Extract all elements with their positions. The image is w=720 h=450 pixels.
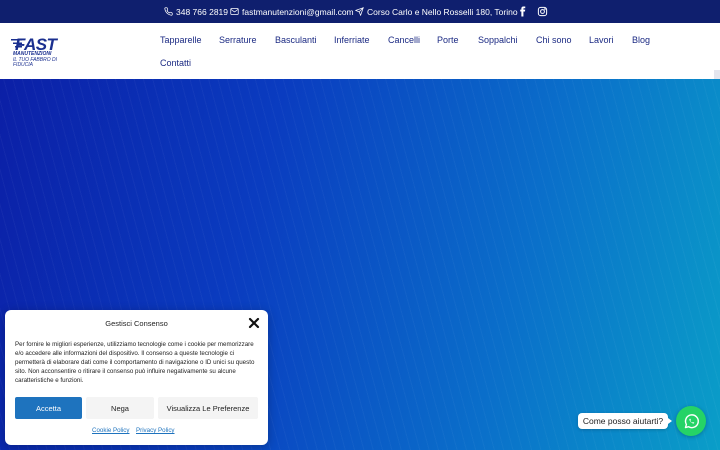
phone-number: 348 766 2819 <box>176 6 228 17</box>
address-contact[interactable]: Corso Carlo e Nello Rosselli 180, Torino <box>355 0 518 23</box>
nav-item-soppalchi[interactable]: Soppalchi <box>478 35 518 45</box>
cookie-consent-dialog: Gestisci Consenso Per fornire le miglior… <box>5 310 268 445</box>
view-preferences-button[interactable]: Visualizza Le Preferenze <box>158 397 258 419</box>
deny-button[interactable]: Nega <box>86 397 154 419</box>
top-contact-bar: 348 766 2819 fastmanutenzioni@gmail.com … <box>0 0 720 23</box>
instagram-icon[interactable] <box>537 6 548 17</box>
location-arrow-icon <box>355 7 364 16</box>
nav-item-serrature[interactable]: Serrature <box>219 35 257 45</box>
nav-item-inferriate[interactable]: Inferriate <box>334 35 370 45</box>
site-header: FAST MANUTENZIONI IL TUO FABBRO DI FIDUC… <box>0 23 720 79</box>
nav-item-porte[interactable]: Porte <box>437 35 459 45</box>
email-address: fastmanutenzioni@gmail.com <box>242 6 354 17</box>
logo-tagline: IL TUO FABBRO DI FIDUCIA <box>13 57 57 68</box>
nav-item-blog[interactable]: Blog <box>632 35 650 45</box>
cookie-policy-link[interactable]: Cookie Policy <box>92 427 130 434</box>
email-contact[interactable]: fastmanutenzioni@gmail.com <box>230 0 354 23</box>
whatsapp-chat-button[interactable] <box>676 406 706 436</box>
consent-title: Gestisci Consenso <box>105 319 168 328</box>
consent-description: Per fornire le migliori esperienze, util… <box>15 341 255 384</box>
nav-item-chi-sono[interactable]: Chi sono <box>536 35 572 45</box>
nav-item-lavori[interactable]: Lavori <box>589 35 614 45</box>
whatsapp-icon <box>684 413 699 428</box>
bubble-pointer <box>668 418 672 424</box>
accept-button[interactable]: Accetta <box>15 397 82 419</box>
street-address: Corso Carlo e Nello Rosselli 180, Torino <box>367 6 518 17</box>
nav-item-tapparelle[interactable]: Tapparelle <box>160 35 202 45</box>
privacy-policy-link[interactable]: Privacy Policy <box>136 427 175 434</box>
chat-prompt-text: Come posso aiutarti? <box>582 416 664 426</box>
nav-item-cancelli[interactable]: Cancelli <box>388 35 420 45</box>
phone-contact[interactable]: 348 766 2819 <box>164 0 228 23</box>
phone-icon <box>164 7 173 16</box>
site-logo[interactable]: FAST MANUTENZIONI IL TUO FABBRO DI FIDUC… <box>11 35 67 69</box>
mail-icon <box>230 8 239 15</box>
close-icon[interactable] <box>248 317 260 329</box>
chat-prompt-bubble[interactable]: Come posso aiutarti? <box>578 413 672 429</box>
nav-item-contatti[interactable]: Contatti <box>160 58 191 68</box>
nav-item-basculanti[interactable]: Basculanti <box>275 35 317 45</box>
facebook-icon[interactable] <box>517 6 528 17</box>
header-scrollbar[interactable] <box>714 70 720 79</box>
